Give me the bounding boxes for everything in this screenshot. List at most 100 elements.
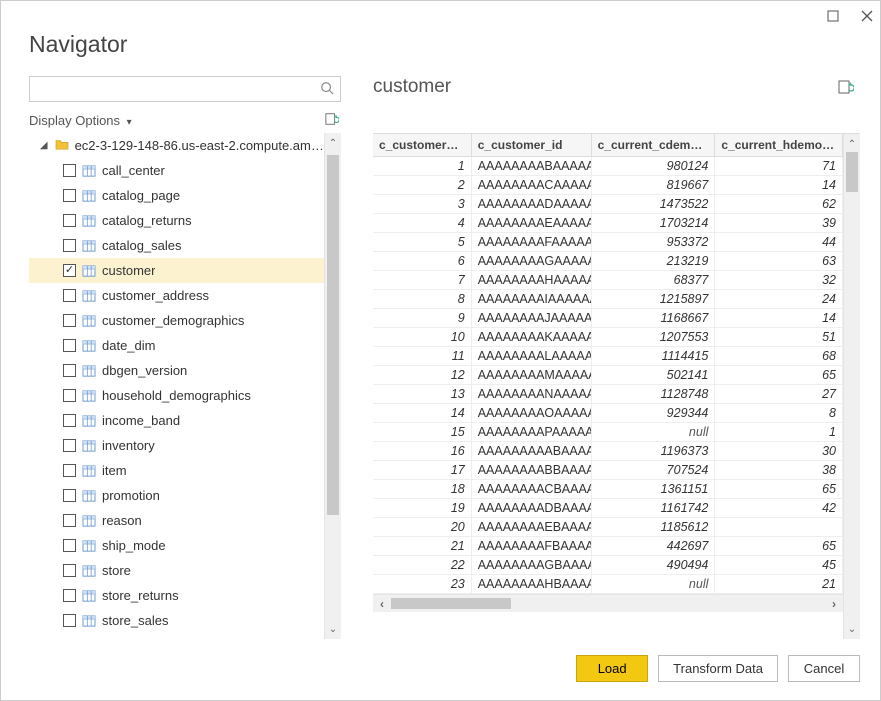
scrollbar-thumb[interactable] [391, 598, 511, 609]
scrollbar-thumb[interactable] [846, 152, 858, 192]
cell: AAAAAAAAGAAAAAAA [472, 252, 592, 270]
tree-item-checkbox[interactable] [63, 289, 76, 302]
table-row[interactable]: 10AAAAAAAAKAAAAAAA120755351 [373, 328, 843, 347]
table-row[interactable]: 1AAAAAAAABAAAAAAA98012471 [373, 157, 843, 176]
grid-vertical-scrollbar[interactable]: ⌃ ⌄ [843, 134, 860, 639]
display-options-dropdown[interactable]: Display Options ▾ [29, 113, 132, 128]
transform-data-button[interactable]: Transform Data [658, 655, 778, 682]
cell: 1703214 [592, 214, 716, 232]
table-row[interactable]: 13AAAAAAAANAAAAAAA112874827 [373, 385, 843, 404]
tree-item-inventory[interactable]: inventory [29, 433, 324, 458]
tree-item-catalog_page[interactable]: catalog_page [29, 183, 324, 208]
table-row[interactable]: 9AAAAAAAAJAAAAAAA116866714 [373, 309, 843, 328]
scroll-down-icon[interactable]: ⌄ [325, 621, 341, 637]
tree-item-checkbox[interactable] [63, 564, 76, 577]
scroll-up-icon[interactable]: ⌃ [844, 136, 860, 152]
tree-item-checkbox[interactable] [63, 614, 76, 627]
load-button[interactable]: Load [576, 655, 648, 682]
tree-item-checkbox[interactable] [63, 164, 76, 177]
tree-item-checkbox[interactable] [63, 339, 76, 352]
tree-item-checkbox[interactable] [63, 539, 76, 552]
table-row[interactable]: 16AAAAAAAAABAAAAAA119637330 [373, 442, 843, 461]
scroll-up-icon[interactable]: ⌃ [325, 135, 341, 151]
search-input[interactable] [36, 82, 320, 97]
grid-horizontal-scrollbar[interactable]: ‹ › [373, 594, 843, 612]
table-row[interactable]: 22AAAAAAAAGBAAAAAA49049445 [373, 556, 843, 575]
tree-item-store_returns[interactable]: store_returns [29, 583, 324, 608]
column-header-c_customer_sk[interactable]: c_customer_sk [373, 134, 472, 156]
table-row[interactable]: 12AAAAAAAAMAAAAAAA50214165 [373, 366, 843, 385]
preview-options-icon[interactable] [838, 79, 854, 98]
column-header-c_current_cdemo_sk[interactable]: c_current_cdemo_sk [592, 134, 716, 156]
tree-item-promotion[interactable]: promotion [29, 483, 324, 508]
tree-item-ship_mode[interactable]: ship_mode [29, 533, 324, 558]
tree-item-item[interactable]: item [29, 458, 324, 483]
tree-item-date_dim[interactable]: date_dim [29, 333, 324, 358]
tree-item-customer_demographics[interactable]: customer_demographics [29, 308, 324, 333]
tree-item-checkbox[interactable] [63, 414, 76, 427]
tree-item-catalog_sales[interactable]: catalog_sales [29, 233, 324, 258]
table-row[interactable]: 3AAAAAAAADAAAAAAA147352262 [373, 195, 843, 214]
table-row[interactable]: 20AAAAAAAAEBAAAAAA1185612 [373, 518, 843, 537]
table-row[interactable]: 21AAAAAAAAFBAAAAAA44269765 [373, 537, 843, 556]
tree-item-reason[interactable]: reason [29, 508, 324, 533]
cell: AAAAAAAAABAAAAAA [472, 442, 592, 460]
tree-item-checkbox[interactable] [63, 314, 76, 327]
tree-item-store[interactable]: store [29, 558, 324, 583]
tree-item-label: call_center [102, 163, 165, 178]
table-row[interactable]: 7AAAAAAAAHAAAAAAA6837732 [373, 271, 843, 290]
table-row[interactable]: 11AAAAAAAALAAAAAAA111441568 [373, 347, 843, 366]
search-input-container[interactable] [29, 76, 341, 102]
table-row[interactable]: 14AAAAAAAAOAAAAAAA9293448 [373, 404, 843, 423]
scroll-left-icon[interactable]: ‹ [373, 597, 391, 611]
scrollbar-thumb[interactable] [327, 155, 339, 515]
table-row[interactable]: 6AAAAAAAAGAAAAAAA21321963 [373, 252, 843, 271]
tree-item-household_demographics[interactable]: household_demographics [29, 383, 324, 408]
tree-item-checkbox[interactable] [63, 239, 76, 252]
tree-item-checkbox[interactable] [63, 264, 76, 277]
tree-item-checkbox[interactable] [63, 514, 76, 527]
refresh-icon[interactable] [325, 112, 339, 129]
tree-item-checkbox[interactable] [63, 464, 76, 477]
table-row[interactable]: 15AAAAAAAAPAAAAAAAnull1 [373, 423, 843, 442]
table-row[interactable]: 2AAAAAAAACAAAAAAA81966714 [373, 176, 843, 195]
table-row[interactable]: 23AAAAAAAAHBAAAAAAnull21 [373, 575, 843, 594]
table-icon [82, 390, 96, 402]
navigator-tree: ◢ ec2-3-129-148-86.us-east-2.compute.ama… [29, 133, 324, 639]
search-icon[interactable] [320, 81, 334, 98]
tree-item-checkbox[interactable] [63, 214, 76, 227]
table-row[interactable]: 4AAAAAAAAEAAAAAAA170321439 [373, 214, 843, 233]
display-options-label: Display Options [29, 113, 120, 128]
table-row[interactable]: 8AAAAAAAAIAAAAAAA121589724 [373, 290, 843, 309]
tree-item-call_center[interactable]: call_center [29, 158, 324, 183]
tree-item-checkbox[interactable] [63, 189, 76, 202]
window-restore-icon[interactable] [826, 9, 840, 23]
tree-item-income_band[interactable]: income_band [29, 408, 324, 433]
tree-item-checkbox[interactable] [63, 364, 76, 377]
tree-item-store_sales[interactable]: store_sales [29, 608, 324, 633]
column-header-c_current_hdemo_sk[interactable]: c_current_hdemo_sk [715, 134, 843, 156]
table-row[interactable]: 5AAAAAAAAFAAAAAAA95337244 [373, 233, 843, 252]
cell: 1207553 [592, 328, 716, 346]
table-row[interactable]: 19AAAAAAAADBAAAAAA116174242 [373, 499, 843, 518]
scroll-right-icon[interactable]: › [825, 597, 843, 611]
tree-item-checkbox[interactable] [63, 439, 76, 452]
tree-root-node[interactable]: ◢ ec2-3-129-148-86.us-east-2.compute.ama… [29, 133, 324, 158]
tree-item-customer[interactable]: customer [29, 258, 324, 283]
cell: 39 [715, 214, 843, 232]
tree-vertical-scrollbar[interactable]: ⌃ ⌄ [324, 133, 341, 639]
tree-item-customer_address[interactable]: customer_address [29, 283, 324, 308]
tree-item-dbgen_version[interactable]: dbgen_version [29, 358, 324, 383]
cell: 68 [715, 347, 843, 365]
cancel-button[interactable]: Cancel [788, 655, 860, 682]
tree-item-checkbox[interactable] [63, 589, 76, 602]
table-row[interactable]: 18AAAAAAAACBAAAAAA136115165 [373, 480, 843, 499]
scroll-down-icon[interactable]: ⌄ [844, 621, 860, 637]
tree-item-checkbox[interactable] [63, 489, 76, 502]
tree-item-catalog_returns[interactable]: catalog_returns [29, 208, 324, 233]
table-row[interactable]: 17AAAAAAAABBAAAAAA70752438 [373, 461, 843, 480]
tree-item-checkbox[interactable] [63, 389, 76, 402]
column-header-c_customer_id[interactable]: c_customer_id [472, 134, 592, 156]
collapse-icon[interactable]: ◢ [39, 140, 49, 151]
window-close-icon[interactable] [860, 9, 874, 23]
